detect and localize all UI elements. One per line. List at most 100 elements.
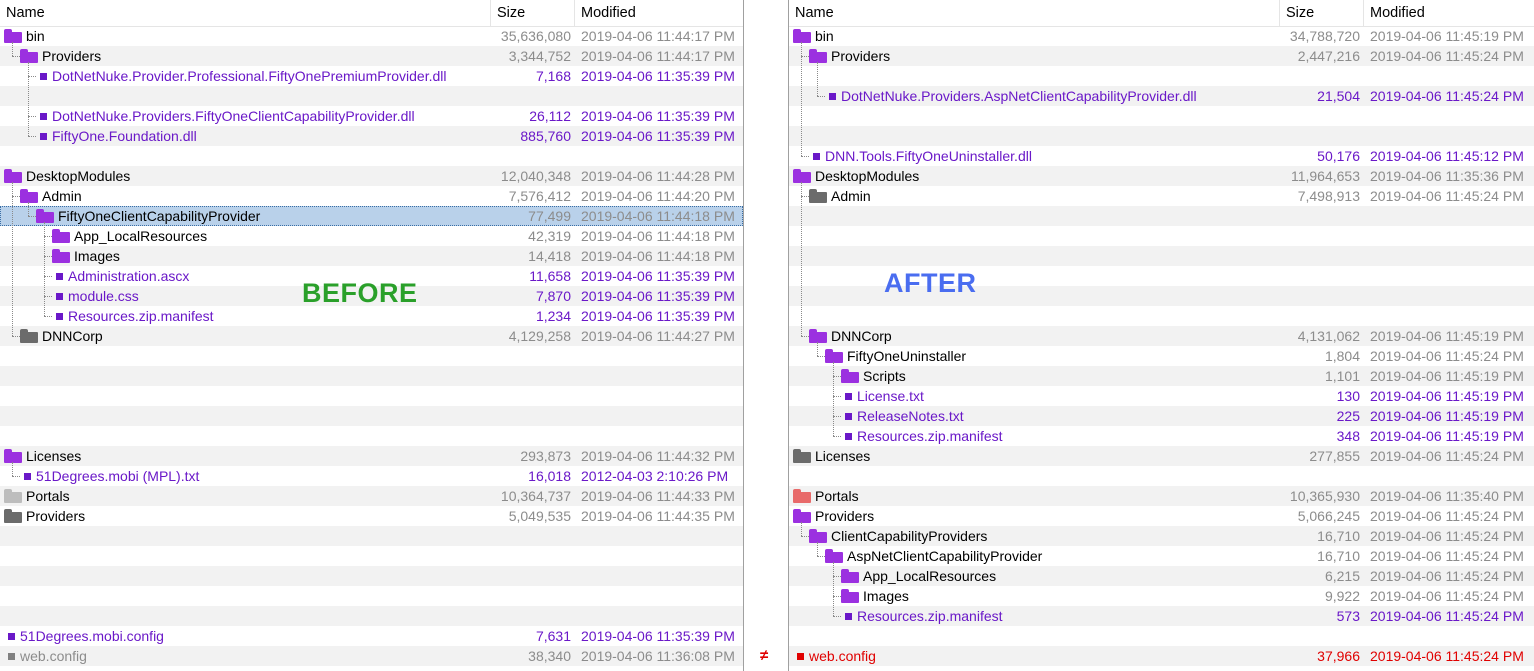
row-size: 50,176 — [1317, 148, 1360, 164]
folder-row[interactable]: Providers 5,049,535 2019-04-06 11:44:35 PM — [0, 506, 743, 526]
folder-row[interactable]: Admin 7,498,913 2019-04-06 11:45:24 PM — [789, 186, 1534, 206]
file-row[interactable]: web.config 38,340 2019-04-06 11:36:08 PM — [0, 646, 743, 666]
file-row[interactable]: ReleaseNotes.txt 225 2019-04-06 11:45:19 P… — [789, 406, 1534, 426]
row-modified: 2019-04-06 11:45:24 PM — [1370, 568, 1524, 584]
row-size: 7,498,913 — [1297, 188, 1360, 204]
row-size: 11,964,653 — [1290, 168, 1360, 184]
blank-row — [0, 86, 743, 106]
left-pane[interactable]: Name ^ Size Modified bin35,636,0802019-0… — [0, 0, 743, 671]
folder-row[interactable]: Providers 5,066,245 2019-04-06 11:45:24 PM — [789, 506, 1534, 526]
row-modified: 2019-04-06 11:44:18 PM — [581, 248, 735, 264]
folder-row[interactable]: DesktopModules 12,040,348 2019-04-06 11:44… — [0, 166, 743, 186]
row-size: 37,966 — [1317, 648, 1360, 664]
folder-row[interactable]: bin 35,636,080 2019-04-06 11:44:17 PM — [0, 26, 743, 46]
column-header-modified[interactable]: Modified — [1364, 0, 1532, 26]
row-size: 4,131,062 — [1297, 328, 1360, 344]
file-row[interactable]: 51Degrees.mobi.config 7,631 2019-04-06 11:… — [0, 626, 743, 646]
file-row[interactable]: DotNetNuke.Providers.FiftyOneClientCapab… — [0, 106, 743, 126]
file-row[interactable]: FiftyOne.Foundation.dll 885,760 2019-04-06… — [0, 126, 743, 146]
blank-row — [789, 626, 1534, 646]
column-header-name[interactable]: Name — [0, 0, 491, 26]
blank-row — [789, 466, 1534, 486]
row-modified: 2019-04-06 11:35:39 PM — [581, 128, 735, 144]
folder-row[interactable]: Images 14,418 2019-04-06 11:44:18 PM — [0, 246, 743, 266]
folder-row[interactable]: Images 9,922 2019-04-06 11:45:24 PM — [789, 586, 1534, 606]
folder-row[interactable]: Admin 7,576,412 2019-04-06 11:44:20 PM — [0, 186, 743, 206]
folder-row[interactable]: AspNetClientCapabilityProvider 16,710 2019… — [789, 546, 1534, 566]
row-modified: 2019-04-06 11:35:39 PM — [581, 288, 735, 304]
row-modified: 2019-04-06 11:44:28 PM — [581, 168, 735, 184]
file-row[interactable]: DotNetNuke.Providers.AspNetClientCapabil… — [789, 86, 1534, 106]
folder-row[interactable]: Licenses 277,855 2019-04-06 11:45:24 PM — [789, 446, 1534, 466]
tree-guide-line — [44, 222, 45, 316]
row-size: 77,499 — [528, 208, 571, 224]
folder-row[interactable]: bin 34,788,720 2019-04-06 11:45:19 PM — [789, 26, 1534, 46]
file-row[interactable]: DotNetNuke.Provider.Professional.FiftyOn… — [0, 66, 743, 86]
row-modified: 2019-04-06 11:45:24 PM — [1370, 608, 1524, 624]
folder-row[interactable]: FiftyOneClientCapabilityProvider 77,499 20… — [0, 206, 743, 226]
folder-row[interactable]: DesktopModules 11,964,653 2019-04-06 11:35… — [789, 166, 1534, 186]
tree-guide-line — [801, 522, 802, 536]
folder-row[interactable]: Providers 2,447,216 2019-04-06 11:45:24 PM — [789, 46, 1534, 66]
folder-row[interactable]: Portals 10,365,930 2019-04-06 11:35:40 PM — [789, 486, 1534, 506]
before-label: BEFORE — [302, 278, 418, 308]
blank-row — [789, 246, 1534, 266]
file-row[interactable]: web.config 37,966 2019-04-06 11:45:24 PM — [789, 646, 1534, 666]
column-header-size[interactable]: Size — [1280, 0, 1364, 26]
folder-row[interactable]: ClientCapabilityProviders 16,710 2019-04-0… — [789, 526, 1534, 546]
column-header-name[interactable]: Name — [789, 0, 1280, 26]
folder-row[interactable]: Portals 10,364,737 2019-04-06 11:44:33 PM — [0, 486, 743, 506]
row-size: 7,870 — [535, 288, 571, 304]
folder-row[interactable]: App_LocalResources 42,319 2019-04-06 11:44… — [0, 226, 743, 246]
row-size: 130 — [1336, 388, 1360, 404]
folder-row[interactable]: DNNCorp 4,131,062 2019-04-06 11:45:19 PM — [789, 326, 1534, 346]
row-size: 7,576,412 — [508, 188, 571, 204]
row-modified: 2019-04-06 11:45:24 PM — [1370, 528, 1524, 544]
tree-guide-line — [12, 182, 13, 336]
file-row[interactable]: Resources.zip.manifest 573 2019-04-06 11:4… — [789, 606, 1534, 626]
blank-row — [789, 66, 1534, 86]
tree-guide-line — [833, 362, 834, 436]
row-modified: 2019-04-06 11:45:24 PM — [1370, 588, 1524, 604]
file-row[interactable]: DNN.Tools.FiftyOneUninstaller.dll 50,176 2… — [789, 146, 1534, 166]
right-pane[interactable]: Name ^ Size Modified bin34,788,7202019-0… — [789, 0, 1534, 671]
folder-row[interactable]: Scripts 1,101 2019-04-06 11:45:19 PM — [789, 366, 1534, 386]
row-modified: 2019-04-06 11:45:24 PM — [1370, 48, 1524, 64]
blank-row — [0, 526, 743, 546]
blank-row — [0, 426, 743, 446]
row-size: 573 — [1336, 608, 1360, 624]
file-row[interactable]: License.txt 130 2019-04-06 11:45:19 PM — [789, 386, 1534, 406]
tree-guide-line — [12, 42, 13, 56]
pane-divider-left[interactable] — [743, 0, 744, 671]
tree-guide-line — [817, 542, 818, 556]
tree-guide-line — [801, 42, 802, 156]
tree-guide-line — [12, 462, 13, 476]
row-size: 9,922 — [1324, 588, 1360, 604]
row-modified: 2019-04-06 11:44:20 PM — [581, 188, 735, 204]
row-size: 16,018 — [528, 468, 571, 484]
column-header-modified[interactable]: Modified — [575, 0, 743, 26]
file-row[interactable]: Resources.zip.manifest 348 2019-04-06 11:4… — [789, 426, 1534, 446]
file-row[interactable]: Resources.zip.manifest 1,234 2019-04-06 11… — [0, 306, 743, 326]
folder-row[interactable]: Providers 3,344,752 2019-04-06 11:44:17 PM — [0, 46, 743, 66]
blank-row — [0, 386, 743, 406]
row-size: 1,101 — [1324, 368, 1360, 384]
folder-row[interactable]: Licenses 293,873 2019-04-06 11:44:32 PM — [0, 446, 743, 466]
tree-guide-line — [28, 202, 29, 216]
folder-row[interactable]: FiftyOneUninstaller 1,804 2019-04-06 11:45… — [789, 346, 1534, 366]
row-size: 1,234 — [535, 308, 571, 324]
column-header-size[interactable]: Size — [491, 0, 575, 26]
row-modified: 2019-04-06 11:35:39 PM — [581, 108, 735, 124]
folder-row[interactable]: App_LocalResources 6,215 2019-04-06 11:45:… — [789, 566, 1534, 586]
row-modified: 2019-04-06 11:45:19 PM — [1370, 328, 1524, 344]
folder-row[interactable]: DNNCorp 4,129,258 2019-04-06 11:44:27 PM — [0, 326, 743, 346]
row-modified: 2012-04-03 2:10:26 PM — [581, 468, 729, 484]
row-size: 16,710 — [1317, 528, 1360, 544]
blank-row — [0, 346, 743, 366]
row-modified: 2019-04-06 11:35:39 PM — [581, 308, 735, 324]
row-size: 38,340 — [528, 648, 571, 664]
row-size: 348 — [1336, 428, 1360, 444]
row-size: 11,658 — [529, 268, 571, 284]
row-size: 12,040,348 — [500, 168, 571, 184]
file-row[interactable]: 51Degrees.mobi (MPL).txt 16,018 2012-04-03… — [0, 466, 743, 486]
